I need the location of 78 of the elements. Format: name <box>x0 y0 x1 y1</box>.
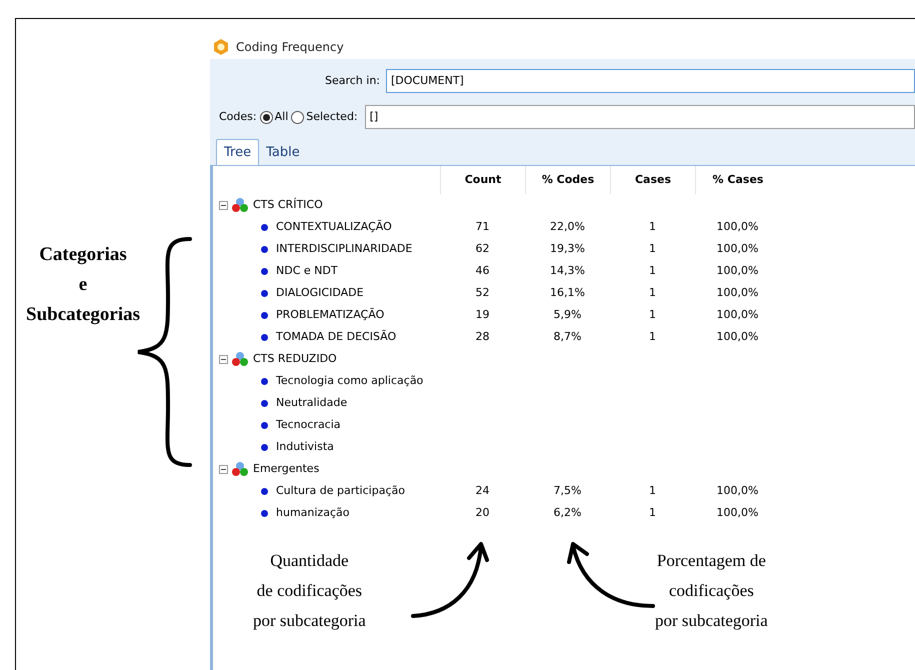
code-label[interactable]: NDC e NDT <box>276 262 338 280</box>
column-header[interactable]: Count <box>440 166 525 194</box>
column-header[interactable]: % Codes <box>525 166 610 194</box>
table-cell-text: 16,1% <box>549 284 586 301</box>
table-cell-text: 19 <box>474 306 490 323</box>
table-cell-text: 1 <box>648 482 657 499</box>
table-cell-text: 100,0% <box>716 482 760 499</box>
annotation-text: Subcategorias <box>26 303 140 327</box>
table-cell-text: 1 <box>648 284 657 301</box>
code-label[interactable]: humanização <box>276 504 350 522</box>
search-field[interactable]: [DOCUMENT] <box>386 69 915 93</box>
table-cell-text: 1 <box>648 306 657 323</box>
radio-option[interactable]: All <box>260 108 288 126</box>
table-cell-text: 52 <box>474 284 490 301</box>
table-cell-text: 100,0% <box>716 504 760 521</box>
table-cell-text: 100,0% <box>716 262 760 279</box>
table-cell-text: 24 <box>474 482 490 499</box>
code-label[interactable]: DIALOGICIDADE <box>276 284 364 302</box>
field-label: Search in: <box>324 72 381 89</box>
table-cell-text: 6,2% <box>552 504 582 521</box>
table-cell-text: 100,0% <box>716 306 760 323</box>
annotation-text: por subcategoria <box>655 610 768 632</box>
table-cell-text: 22,0% <box>549 218 586 235</box>
cubes-icon <box>231 197 249 213</box>
column-header[interactable]: Cases <box>610 166 695 194</box>
category-label[interactable]: CTS CRÍTICO <box>253 196 323 214</box>
annotation-text: e <box>78 273 88 297</box>
radio-button[interactable] <box>291 110 304 124</box>
code-label[interactable]: Cultura de participação <box>276 482 405 500</box>
table-cell-text: 100,0% <box>716 240 760 257</box>
table-cell-text: 100,0% <box>716 284 760 301</box>
table-cell-text: 71 <box>474 218 490 235</box>
annotation-text: de codificações <box>256 580 362 602</box>
code-label[interactable]: Indutivista <box>276 438 334 456</box>
table-cell-text: 19,3% <box>549 240 586 257</box>
code-label[interactable]: INTERDISCIPLINARIDADE <box>276 240 412 258</box>
code-label[interactable]: Tecnologia como aplicação <box>276 372 424 390</box>
table-cell-text: 5,9% <box>552 306 582 323</box>
column-header[interactable]: % Cases <box>695 166 780 194</box>
table-cell-text: 20 <box>474 504 490 521</box>
cubes-icon <box>231 351 249 367</box>
table-cell-text: 7,5% <box>552 482 582 499</box>
code-label[interactable]: PROBLEMATIZAÇÃO <box>276 306 384 324</box>
table-cell-text: 1 <box>648 328 657 345</box>
collapse-icon[interactable] <box>219 200 228 210</box>
annotation-text: Quantidade <box>270 550 349 572</box>
table-cell-text: 14,3% <box>549 262 586 279</box>
annotation-text: por subcategoria <box>253 610 366 632</box>
table-cell-text: 8,7% <box>552 328 582 345</box>
code-label[interactable]: Tecnocracia <box>276 416 341 434</box>
category-label[interactable]: CTS REDUZIDO <box>253 350 337 368</box>
radio-option[interactable]: Selected: <box>291 108 358 126</box>
codes-field[interactable]: [] <box>364 105 915 129</box>
table-cell-text: 1 <box>648 240 657 257</box>
collapse-icon[interactable] <box>219 464 228 474</box>
category-label[interactable]: Emergentes <box>253 460 320 478</box>
table-cell-text: 28 <box>474 328 490 345</box>
code-label[interactable]: Neutralidade <box>276 394 348 412</box>
annotation-text: Categorias <box>39 243 127 267</box>
annotation-text: Porcentagem de <box>656 550 766 572</box>
table-cell-text: 46 <box>474 262 490 279</box>
table-cell-text: 62 <box>474 240 490 257</box>
field-label: Codes: <box>218 108 258 125</box>
table-cell-text: 1 <box>648 262 657 279</box>
tab[interactable]: Tree <box>216 139 260 165</box>
annotation-text: codificações <box>668 580 754 602</box>
window-title: Coding Frequency <box>236 39 344 56</box>
table-cell-text: 100,0% <box>716 218 760 235</box>
table-cell-text: 1 <box>648 218 657 235</box>
app-logo-icon <box>212 38 230 56</box>
tab[interactable]: Table <box>259 141 307 165</box>
code-label[interactable]: TOMADA DE DECISÃO <box>276 328 396 346</box>
table-cell-text: 1 <box>648 504 657 521</box>
collapse-icon[interactable] <box>219 354 228 364</box>
code-label[interactable]: CONTEXTUALIZAÇÃO <box>276 218 392 236</box>
radio-button[interactable] <box>260 110 273 124</box>
cubes-icon <box>231 461 249 477</box>
table-cell-text: 100,0% <box>716 328 760 345</box>
